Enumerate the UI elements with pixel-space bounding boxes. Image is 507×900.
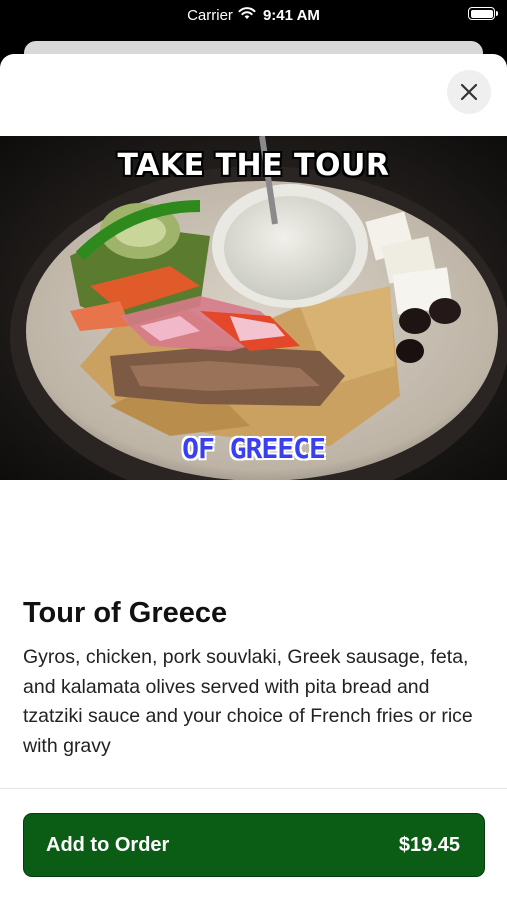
- food-plate-illustration: [0, 136, 507, 480]
- carrier-label: Carrier: [187, 6, 233, 24]
- add-to-order-label: Add to Order: [46, 833, 170, 856]
- status-bar: Carrier 9:41 AM: [0, 0, 507, 34]
- item-detail-sheet: TAKE THE TOUR OF GREECE Tour of Greece G…: [0, 54, 507, 900]
- divider: [0, 788, 507, 789]
- item-photo: TAKE THE TOUR OF GREECE: [0, 136, 507, 480]
- overlay-caption-bottom: OF GREECE: [182, 432, 326, 465]
- close-icon: [460, 83, 478, 101]
- close-button[interactable]: [447, 70, 491, 114]
- status-time: 9:41 AM: [262, 6, 320, 24]
- item-description: Gyros, chicken, pork souvlaki, Greek sau…: [23, 646, 473, 757]
- add-to-order-button[interactable]: Add to Order $19.45: [23, 813, 485, 877]
- wifi-icon: [238, 6, 256, 24]
- overlay-caption-top: TAKE THE TOUR: [117, 148, 390, 183]
- status-info: Carrier 9:41 AM: [0, 6, 507, 24]
- battery-icon: [468, 7, 498, 20]
- item-price: $19.45: [398, 833, 460, 856]
- item-title: Tour of Greece: [23, 597, 228, 629]
